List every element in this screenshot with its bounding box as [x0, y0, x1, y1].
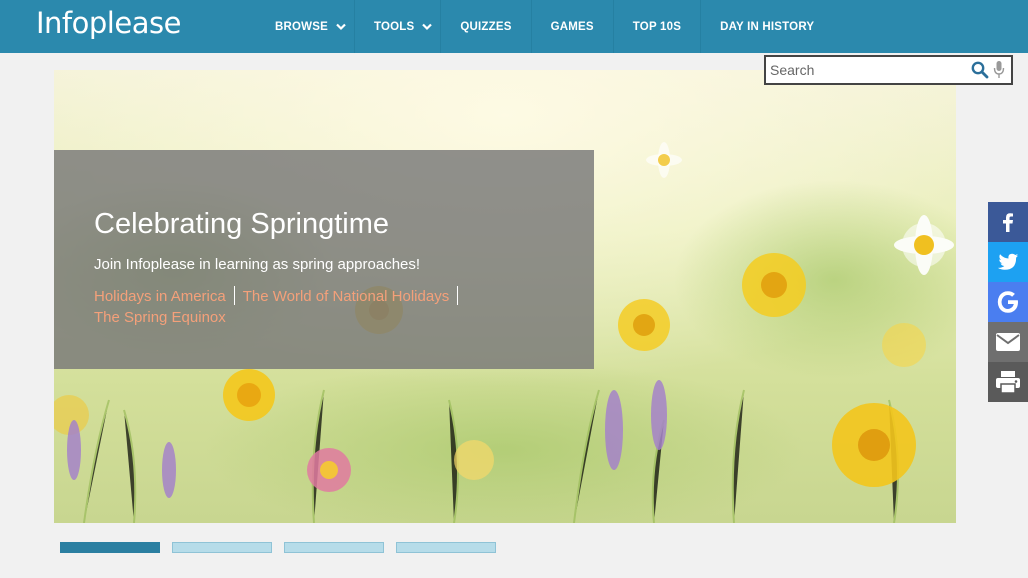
facebook-icon	[1003, 213, 1013, 232]
print-icon	[996, 371, 1020, 394]
nav-browse-label: BROWSE	[275, 20, 328, 33]
email-icon	[996, 333, 1020, 351]
link-separator	[233, 286, 235, 305]
nav-games-label: GAMES	[550, 20, 594, 33]
chevron-down-icon	[336, 23, 346, 30]
nav-tools[interactable]: TOOLS	[353, 0, 440, 53]
share-email-button[interactable]	[988, 322, 1028, 362]
nav-tools-label: TOOLS	[373, 20, 415, 33]
carousel-indicators	[60, 542, 496, 553]
site-header: Infoplease BROWSE TOOLS QUIZZES GAMES TO…	[0, 0, 1028, 53]
nav-browse[interactable]: BROWSE	[256, 0, 354, 53]
nav-quizzes-label: QUIZZES	[460, 20, 512, 33]
hero-caption-panel: Celebrating Springtime Join Infoplease i…	[54, 150, 594, 369]
nav-quizzes[interactable]: QUIZZES	[440, 0, 530, 53]
carousel-indicator-1[interactable]	[60, 542, 160, 553]
share-google-button[interactable]	[988, 282, 1028, 322]
nav-top-10s-label: TOP 10S	[632, 20, 682, 33]
site-logo[interactable]: Infoplease	[36, 6, 181, 40]
chevron-down-icon	[422, 23, 433, 30]
carousel-indicator-4[interactable]	[396, 542, 496, 553]
carousel-indicator-2[interactable]	[172, 542, 272, 553]
link-world-national-holidays[interactable]: The World of National Holidays	[243, 288, 449, 305]
share-facebook-button[interactable]	[988, 202, 1028, 242]
nav-top-10s[interactable]: TOP 10S	[612, 0, 700, 53]
nav-day-in-history[interactable]: DAY IN HISTORY	[700, 0, 833, 53]
link-separator	[457, 286, 459, 305]
nav-day-in-history-label: DAY IN HISTORY	[720, 20, 815, 33]
share-print-button[interactable]	[988, 362, 1028, 402]
microphone-icon[interactable]	[993, 60, 1005, 80]
link-spring-equinox[interactable]: The Spring Equinox	[94, 309, 226, 326]
hero-title: Celebrating Springtime	[94, 208, 389, 240]
search-box	[764, 55, 1013, 85]
hero-links: Holidays in America The World of National…	[94, 286, 514, 328]
carousel-indicator-3[interactable]	[284, 542, 384, 553]
social-share-bar	[988, 202, 1028, 402]
link-holidays-in-america[interactable]: Holidays in America	[94, 288, 226, 305]
search-icon[interactable]	[971, 61, 989, 79]
search-input[interactable]	[766, 58, 962, 82]
hero-subtitle: Join Infoplease in learning as spring ap…	[94, 256, 421, 273]
share-twitter-button[interactable]	[988, 242, 1028, 282]
main-nav: BROWSE TOOLS QUIZZES GAMES TOP 10S DAY I…	[256, 0, 833, 53]
google-icon	[997, 291, 1018, 313]
nav-games[interactable]: GAMES	[530, 0, 613, 53]
hero-banner: Celebrating Springtime Join Infoplease i…	[54, 70, 956, 523]
twitter-icon	[997, 253, 1018, 270]
